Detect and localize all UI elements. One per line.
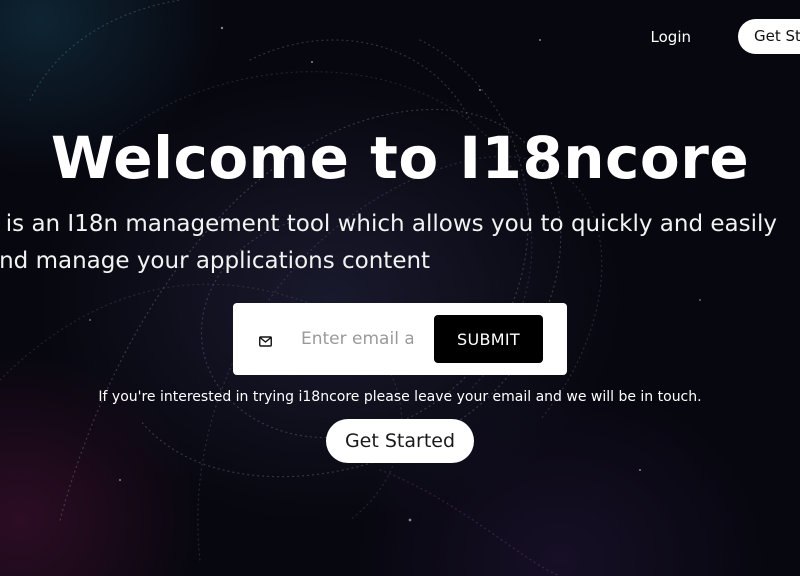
signup-note: If you're interested in trying i18ncore …: [98, 389, 702, 405]
submit-button[interactable]: SUBMIT: [434, 315, 543, 363]
mail-icon: [259, 332, 272, 347]
hero-subtitle-line-1: I18ncore is an I18n management tool whic…: [0, 211, 777, 237]
page-title: Welcome to I18ncore: [50, 124, 750, 192]
login-link[interactable]: Login: [651, 28, 691, 46]
particle-waves: [0, 0, 701, 576]
top-nav: Login Get Started: [651, 19, 800, 54]
signup-form: SUBMIT: [233, 303, 567, 375]
email-input[interactable]: [293, 325, 413, 353]
background-particles: [0, 0, 800, 576]
hero-subtitle: I18ncore is an I18n management tool whic…: [0, 206, 800, 280]
nav-get-started-button[interactable]: Get Started: [738, 19, 800, 54]
get-started-button[interactable]: Get Started: [326, 419, 474, 463]
hero-subtitle-line-2: and manage your applications content: [0, 248, 431, 274]
